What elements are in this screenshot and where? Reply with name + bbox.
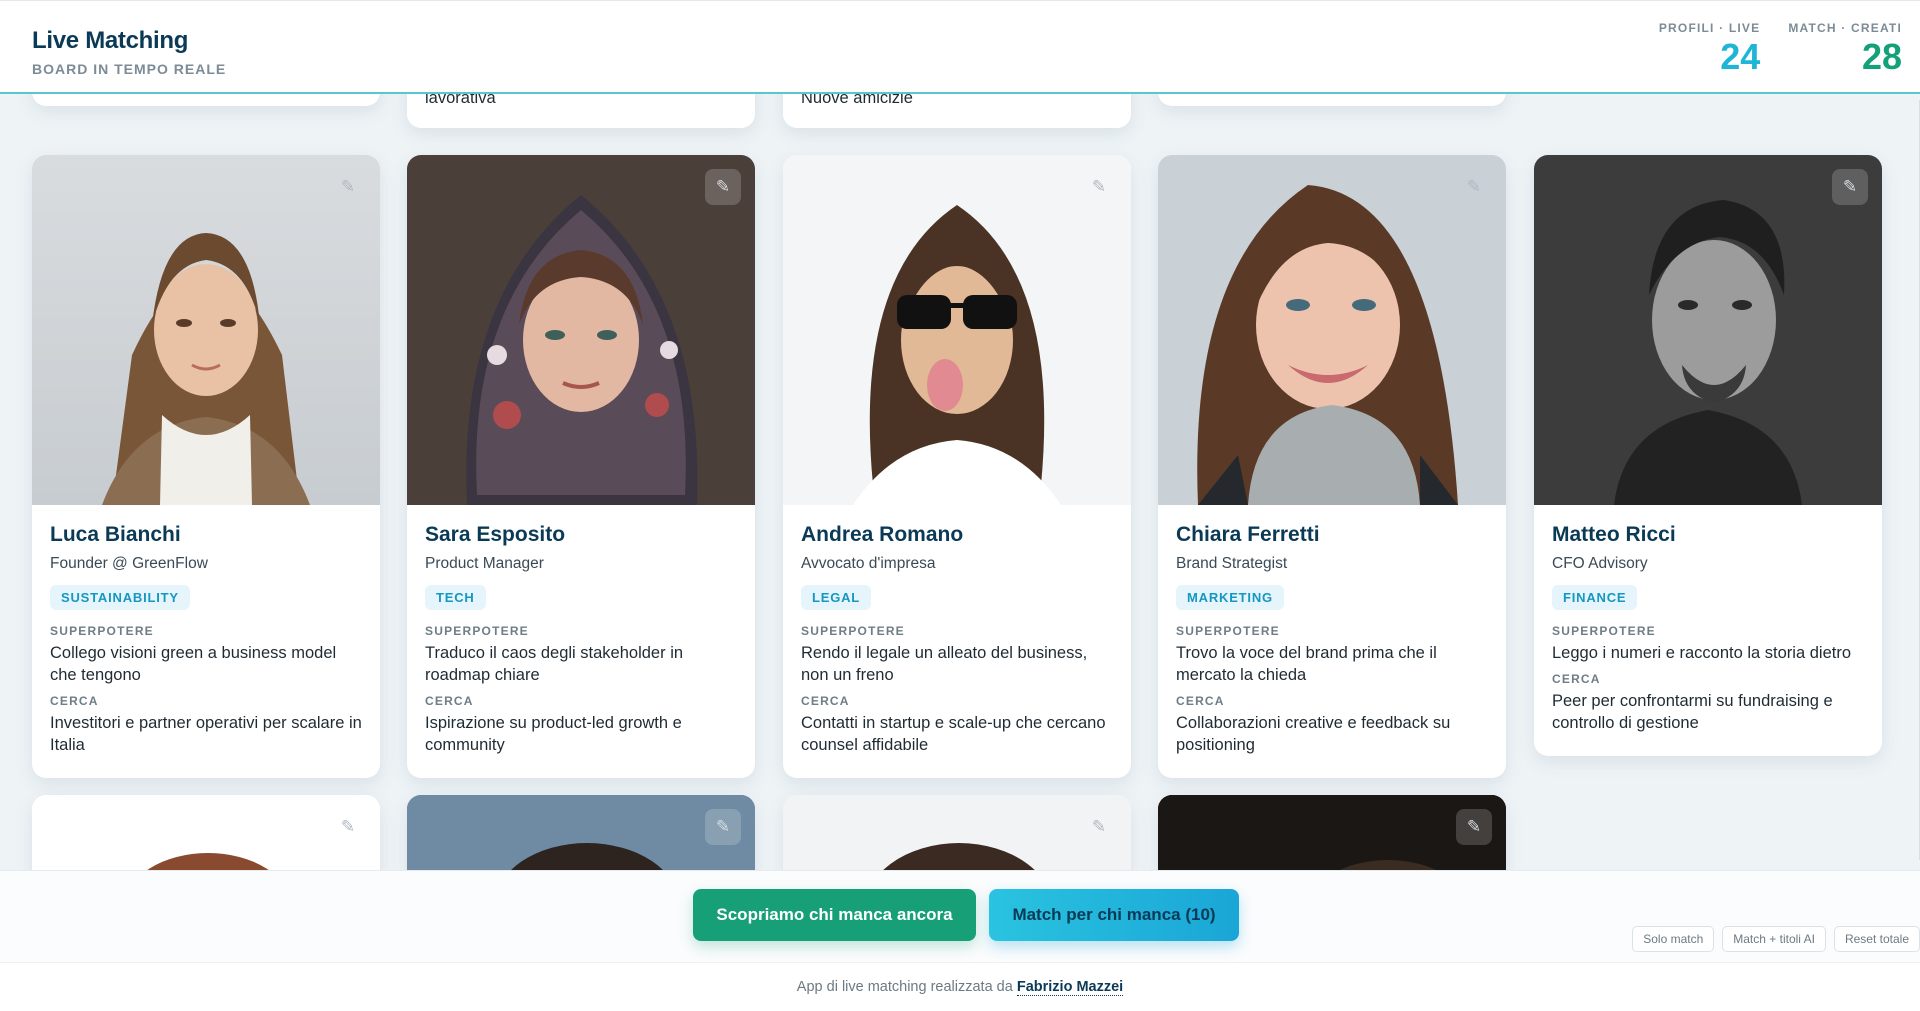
match-missing-button[interactable]: Match per chi manca (10) [989, 889, 1239, 941]
action-bar: Scopriamo chi manca ancora Match per chi… [0, 870, 1920, 962]
edit-icon[interactable]: ✎ [705, 169, 741, 205]
superpower-label: SUPERPOTERE [425, 624, 529, 638]
profile-role: Product Manager [425, 555, 544, 572]
stat-label: MATCH · CREATI [1788, 21, 1902, 35]
profile-role: CFO Advisory [1552, 555, 1648, 572]
edit-icon[interactable]: ✎ [1081, 809, 1117, 845]
mini-actions: Solo match Match + titoli AI Reset total… [1632, 926, 1920, 952]
edit-icon[interactable]: ✎ [1081, 169, 1117, 205]
profile-photo: ✎ [407, 155, 755, 505]
seek-text: Investitori e partner operativi per scal… [50, 714, 362, 754]
author-link[interactable]: Fabrizio Mazzei [1016, 979, 1124, 996]
seek-text: Peer per confrontarmi su fundraising e c… [1552, 692, 1833, 732]
profile-card[interactable]: ✎ [32, 795, 380, 870]
profile-card[interactable]: ✎ [407, 795, 755, 870]
superpower-label: SUPERPOTERE [801, 624, 905, 638]
profile-card[interactable]: ✎ [1158, 795, 1506, 870]
profile-photo: ✎ [407, 795, 755, 870]
profile-tag: TECH [425, 585, 486, 610]
superpower-label: SUPERPOTERE [1176, 624, 1280, 638]
app-subtitle: BOARD IN TEMPO REALE [32, 61, 227, 77]
footer-text: App di live matching realizzata da [796, 979, 1017, 995]
profile-photo: ✎ [1534, 155, 1882, 505]
profile-role: Avvocato d'impresa [801, 555, 936, 572]
discover-missing-button[interactable]: Scopriamo chi manca ancora [693, 889, 976, 941]
edit-icon[interactable]: ✎ [1832, 169, 1868, 205]
profile-card[interactable]: ✎ Matteo Ricci CFO Advisory FINANCE SUPE… [1534, 155, 1882, 756]
app-title: Live Matching [32, 27, 189, 54]
profile-card[interactable]: ✎ [783, 795, 1131, 870]
profile-name: Luca Bianchi [50, 523, 181, 546]
seek-label: CERCA [801, 694, 850, 708]
stat-value: 24 [1720, 36, 1761, 77]
superpower-text: Collego visioni green a business model c… [50, 644, 337, 684]
stat-value: 28 [1861, 36, 1902, 77]
profile-card[interactable]: ✎ Luca Bianchi Founder @ GreenFlow SUSTA… [32, 155, 380, 778]
seek-text: Collaborazioni creative e feedback su po… [1176, 714, 1451, 754]
edit-icon[interactable]: ✎ [330, 809, 366, 845]
superpower-text: Traduco il caos degli stakeholder in roa… [425, 644, 684, 684]
profile-photo: ✎ [32, 795, 380, 870]
stat-matches-created: MATCH · CREATI 28 [1788, 21, 1902, 77]
edit-icon[interactable]: ✎ [1456, 809, 1492, 845]
profile-card[interactable]: ✎ Sara Esposito Product Manager TECH SUP… [407, 155, 755, 778]
profile-photo: ✎ [1158, 155, 1506, 505]
app-header: Live Matching BOARD IN TEMPO REALE PROFI… [0, 0, 1920, 94]
profile-name: Matteo Ricci [1552, 523, 1676, 546]
stats: PROFILI · LIVE 24 MATCH · CREATI 28 [1659, 21, 1902, 77]
profile-tag: SUSTAINABILITY [50, 585, 190, 610]
brand: Live Matching BOARD IN TEMPO REALE [32, 27, 226, 77]
profile-tag: LEGAL [801, 585, 872, 610]
reset-all-button[interactable]: Reset totale [1833, 926, 1920, 952]
profile-name: Andrea Romano [801, 523, 964, 546]
match-ai-titles-button[interactable]: Match + titoli AI [1722, 926, 1826, 952]
only-match-button[interactable]: Solo match [1632, 926, 1715, 952]
superpower-label: SUPERPOTERE [1552, 624, 1656, 638]
profile-photo: ✎ [783, 795, 1131, 870]
stat-label: PROFILI · LIVE [1658, 21, 1761, 35]
profile-tag: MARKETING [1176, 585, 1284, 610]
superpower-text: Leggo i numeri e racconto la storia diet… [1552, 644, 1851, 662]
footer: App di live matching realizzata da Fabri… [0, 962, 1920, 1011]
superpower-text: Rendo il legale un alleato del business,… [801, 644, 1088, 684]
seek-label: CERCA [425, 694, 474, 708]
profile-name: Sara Esposito [425, 523, 566, 546]
stat-profiles-live: PROFILI · LIVE 24 [1659, 21, 1760, 77]
superpower-label: SUPERPOTERE [50, 624, 154, 638]
profile-name: Chiara Ferretti [1176, 523, 1320, 546]
profile-photo: ✎ [32, 155, 380, 505]
seek-text: Contatti in startup e scale-up che cerca… [801, 714, 1106, 754]
seek-text: Ispirazione su product-led growth e comm… [425, 714, 682, 754]
edit-icon[interactable]: ✎ [705, 809, 741, 845]
profile-tag: FINANCE [1552, 585, 1638, 610]
edit-icon[interactable]: ✎ [330, 169, 366, 205]
profile-photo: ✎ [1158, 795, 1506, 870]
profile-card[interactable]: ✎ Andrea Romano Avvocato d'impresa LEGAL… [783, 155, 1131, 778]
profile-board: lavorativa Nuove amicizie ✎ Luca Bianchi… [0, 0, 1920, 870]
profile-card[interactable]: ✎ Chiara Ferretti Brand Strategist MARKE… [1158, 155, 1506, 778]
profile-role: Brand Strategist [1176, 555, 1288, 572]
seek-label: CERCA [50, 694, 99, 708]
seek-label: CERCA [1176, 694, 1225, 708]
scrollbar[interactable] [1916, 100, 1920, 860]
profile-role: Founder @ GreenFlow [50, 555, 208, 572]
seek-label: CERCA [1552, 672, 1601, 686]
profile-photo: ✎ [783, 155, 1131, 505]
edit-icon[interactable]: ✎ [1456, 169, 1492, 205]
superpower-text: Trovo la voce del brand prima che il mer… [1176, 644, 1437, 684]
